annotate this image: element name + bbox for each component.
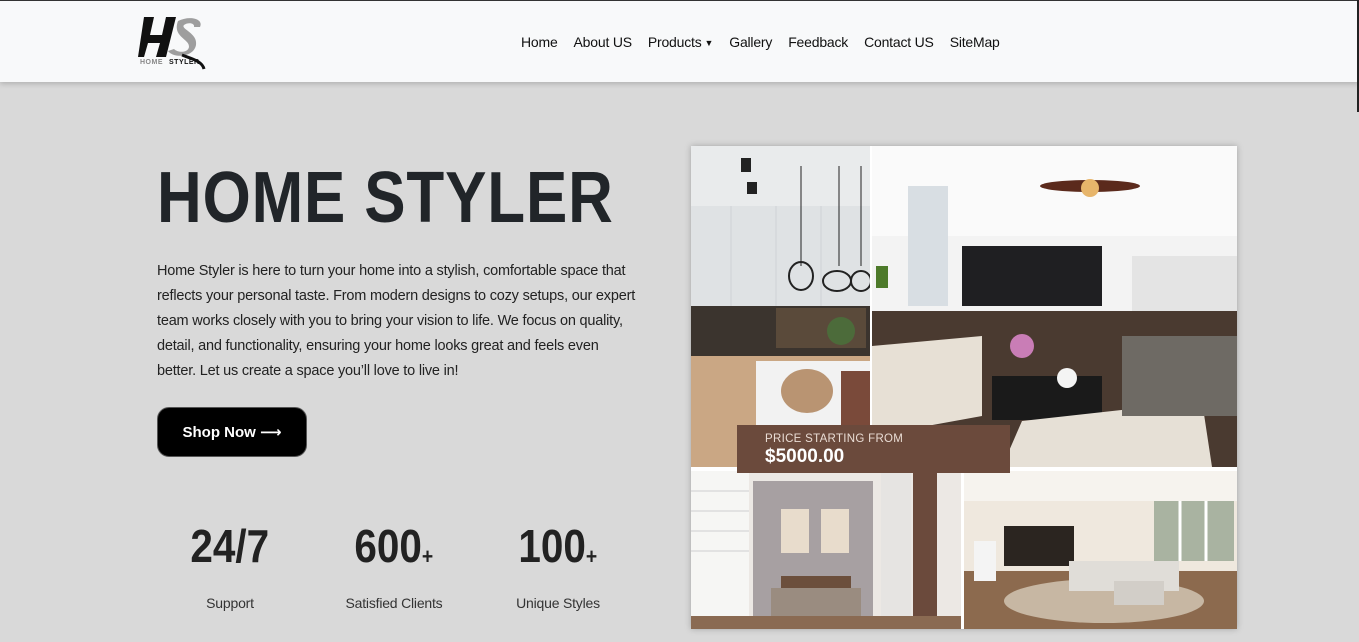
kitchen-dining-photo <box>691 146 870 467</box>
living-room-photo <box>872 146 1237 467</box>
stat-styles: 100+ Unique Styles <box>500 520 616 611</box>
shop-now-button[interactable]: Shop Now ⟶ <box>157 407 307 457</box>
stat-label: Support <box>206 595 254 611</box>
caret-down-icon: ▼ <box>704 38 714 49</box>
nav-products-dropdown[interactable]: Products ▼ <box>647 34 714 50</box>
logo-styler-text: STYLER <box>169 59 200 66</box>
nav-contact-us[interactable]: Contact US <box>864 34 934 50</box>
bedroom-photo <box>691 471 961 629</box>
nav-gallery[interactable]: Gallery <box>729 34 772 50</box>
stat-clients: 600+ Satisfied Clients <box>334 520 454 611</box>
stat-number: 24/7 <box>190 520 270 572</box>
stat-value: 24/7 <box>191 520 270 583</box>
navbar: HOME STYLER Home About US Products ▼ Galle… <box>0 0 1359 82</box>
nav-sitemap[interactable]: SiteMap <box>950 34 1000 50</box>
stat-value: 100+ <box>519 520 598 583</box>
hero-description: Home Styler is here to turn your home in… <box>157 263 636 379</box>
nav-products-label: Products <box>647 34 702 50</box>
logo-home-text: HOME <box>140 59 163 66</box>
stat-suffix: + <box>422 544 434 569</box>
price-label: PRICE STARTING FROM <box>765 433 904 445</box>
nav-menu: Home About US Products ▼ Gallery Feedback… <box>521 34 1000 50</box>
nav-home[interactable]: Home <box>521 34 558 50</box>
nav-feedback[interactable]: Feedback <box>788 34 848 50</box>
stat-number: 100 <box>518 520 587 572</box>
hero-title: HOME STYLER <box>157 158 614 238</box>
price-badge: PRICE STARTING FROM $5000.00 <box>737 425 1010 473</box>
open-living-room-photo <box>964 471 1237 629</box>
stat-support: 24/7 Support <box>172 520 288 611</box>
stat-label: Satisfied Clients <box>345 595 443 611</box>
stat-suffix: + <box>586 544 598 569</box>
stat-value: 600+ <box>355 520 434 583</box>
stat-number: 600 <box>354 520 423 572</box>
interior-collage <box>691 146 1237 629</box>
stat-label: Unique Styles <box>516 595 600 611</box>
logo-wordmark: HOME STYLER <box>140 59 200 66</box>
nav-about-us[interactable]: About US <box>574 34 633 50</box>
price-value: $5000.00 <box>765 446 845 467</box>
